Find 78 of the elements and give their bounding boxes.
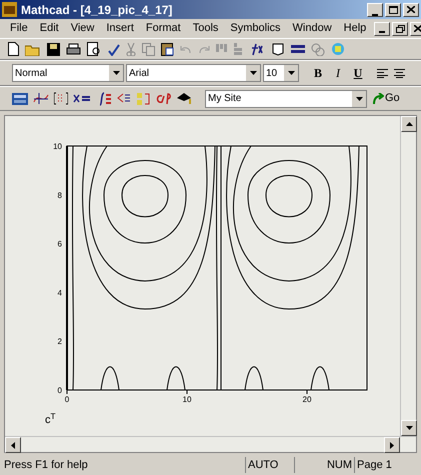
restore-icon: [396, 24, 405, 32]
tick-label: 0: [64, 395, 70, 404]
page-indicator: Page 1: [356, 458, 393, 473]
menu-item[interactable]: Tools: [186, 20, 224, 37]
maximize-icon: [388, 6, 398, 14]
scroll-up-button[interactable]: [401, 116, 417, 132]
up-arrow-icon: [406, 122, 412, 126]
dropdown-button[interactable]: [284, 65, 298, 81]
italic-button[interactable]: I: [329, 64, 347, 82]
print-preview-icon[interactable]: [87, 42, 101, 56]
window-title: Mathcad - [4_19_pic_4_17]: [21, 2, 172, 18]
greek-icon[interactable]: [155, 92, 171, 104]
caret-icon: [250, 71, 256, 75]
tick-label: 4: [58, 288, 62, 298]
calculator-icon[interactable]: [12, 92, 28, 104]
font-dropdown[interactable]: Arial: [126, 64, 261, 82]
tick-label: 10: [53, 142, 62, 151]
matrix-icon[interactable]: [54, 92, 68, 105]
minimize-icon: [372, 14, 378, 16]
menu-item[interactable]: File: [4, 20, 34, 37]
minimize-icon: [379, 30, 386, 32]
num-lock-indicator: NUM: [295, 456, 355, 474]
scroll-down-button[interactable]: [401, 420, 417, 436]
style-dropdown[interactable]: Normal: [12, 64, 124, 82]
arrow-icon: [372, 92, 384, 104]
boolean-icon[interactable]: [117, 92, 131, 105]
status-text: Press F1 for help: [4, 458, 89, 473]
plot-label: c$^{T}$: [45, 412, 56, 428]
menu-item[interactable]: Edit: [34, 20, 65, 37]
save-icon[interactable]: [47, 42, 60, 56]
maximize-button[interactable]: [385, 2, 401, 16]
left-arrow-icon: [11, 442, 15, 448]
restore-button[interactable]: [392, 22, 408, 36]
menu-item[interactable]: Insert: [100, 20, 140, 37]
close-icon: [414, 25, 421, 32]
equals-icon[interactable]: [291, 44, 305, 54]
mode-indicator: AUTO: [245, 456, 295, 474]
underline-button[interactable]: U: [349, 64, 367, 82]
minimize-button[interactable]: [367, 2, 383, 16]
site-dropdown[interactable]: My Site: [205, 90, 367, 108]
tick-label: 2: [58, 337, 62, 346]
tick-label: 6: [58, 240, 62, 249]
caret-icon: [288, 71, 294, 75]
down-arrow-icon: [406, 426, 412, 430]
programming-icon[interactable]: [136, 92, 150, 106]
menu-item[interactable]: Help: [338, 20, 372, 37]
dropdown-button[interactable]: [109, 65, 123, 81]
align-center-icon[interactable]: [394, 68, 405, 78]
new-document-icon[interactable]: [8, 42, 19, 56]
menu-item[interactable]: Format: [140, 20, 187, 37]
dropdown-button[interactable]: [352, 90, 366, 106]
tick-label: 20: [302, 395, 312, 404]
menu-item[interactable]: Symbolics: [224, 20, 287, 37]
print-icon[interactable]: [66, 42, 81, 56]
spell-check-icon[interactable]: [107, 42, 120, 56]
size-dropdown[interactable]: 10: [263, 64, 299, 82]
caret-icon: [112, 71, 120, 75]
tick-label: 0: [58, 386, 62, 395]
bold-button[interactable]: B: [309, 64, 327, 82]
close-icon: [407, 6, 415, 13]
right-arrow-icon: [390, 442, 394, 448]
minimize-button[interactable]: [374, 22, 390, 36]
evaluation-icon[interactable]: [73, 93, 91, 104]
dropdown-button[interactable]: [246, 65, 260, 81]
open-folder-icon[interactable]: [25, 42, 41, 56]
app-icon: [2, 2, 17, 17]
scroll-left-button[interactable]: [5, 437, 21, 453]
paste-icon[interactable]: [161, 42, 174, 56]
tick-label: 10: [182, 395, 192, 404]
menu-item[interactable]: Window: [286, 20, 338, 37]
close-button[interactable]: [403, 2, 419, 16]
go-button[interactable]: Go: [372, 90, 400, 107]
tick-label: 8: [58, 190, 62, 200]
caret-icon: [356, 96, 362, 100]
graph-icon[interactable]: [33, 92, 49, 105]
scroll-right-button[interactable]: [384, 437, 400, 453]
align-left-icon[interactable]: [377, 68, 388, 78]
menu-item[interactable]: View: [64, 20, 100, 37]
